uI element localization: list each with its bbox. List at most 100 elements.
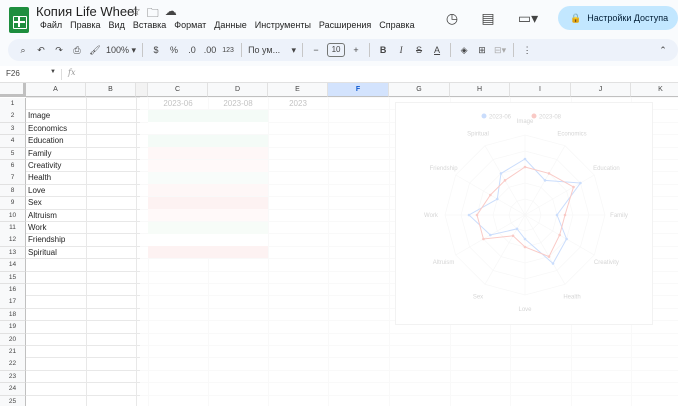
menu-edit[interactable]: Правка — [66, 20, 104, 30]
label-cell[interactable]: Creativity — [28, 160, 61, 172]
paint-format-icon[interactable]: 🖌 — [86, 40, 104, 60]
radar-point[interactable] — [579, 181, 582, 185]
increase-decimal-button[interactable]: .00 — [201, 40, 219, 60]
more-formats-button[interactable]: 123 — [219, 40, 237, 60]
row-header[interactable]: 14 — [0, 259, 26, 272]
fill-color-icon[interactable]: ◈ — [455, 40, 473, 60]
row-header[interactable]: 25 — [0, 395, 26, 406]
radar-point[interactable] — [523, 245, 527, 249]
menu-data[interactable]: Данные — [210, 20, 251, 30]
label-cell[interactable]: Friendship — [28, 234, 65, 246]
column-header-j[interactable]: J — [571, 83, 631, 97]
row-header[interactable]: 15 — [0, 271, 26, 285]
menu-tools[interactable]: Инструменты — [251, 20, 315, 30]
column-header-a[interactable]: A — [26, 83, 86, 97]
cell-d1[interactable]: 2023-08 — [208, 98, 268, 110]
column-header-i[interactable]: I — [510, 83, 571, 97]
radar-point[interactable] — [511, 234, 515, 238]
row-header[interactable]: 24 — [0, 383, 26, 396]
row-header[interactable]: 7 — [0, 172, 26, 185]
decrease-decimal-button[interactable]: .0 — [183, 40, 201, 60]
value-cell-fill[interactable] — [148, 122, 268, 135]
merge-cells-icon[interactable]: ⊟▾ — [491, 40, 509, 60]
row-header[interactable]: 12 — [0, 234, 26, 247]
radar-point[interactable] — [467, 213, 471, 217]
value-cell-fill[interactable] — [148, 246, 268, 259]
menu-view[interactable]: Вид — [105, 20, 129, 30]
font-family-select[interactable]: По ум... ▾ — [246, 40, 298, 60]
label-cell[interactable]: Sex — [28, 197, 42, 209]
value-cell-fill[interactable] — [148, 147, 268, 160]
menu-format[interactable]: Формат — [170, 20, 210, 30]
percent-format-button[interactable]: % — [165, 40, 183, 60]
label-cell[interactable]: Education — [28, 135, 64, 147]
radar-chart[interactable]: Image Economics Education Family Creativity H… — [395, 102, 653, 325]
row-header[interactable]: 8 — [0, 184, 26, 198]
radar-point[interactable] — [495, 197, 499, 201]
font-size-field[interactable]: 10 — [325, 40, 347, 60]
select-all-corner[interactable] — [0, 83, 26, 97]
borders-icon[interactable]: ⊞ — [473, 40, 491, 60]
column-header-c[interactable]: C — [148, 83, 208, 97]
column-header-k[interactable]: K — [631, 83, 678, 97]
formula-input[interactable] — [86, 69, 666, 80]
row-header[interactable]: 11 — [0, 222, 26, 235]
row-header[interactable]: 23 — [0, 370, 26, 384]
redo-icon[interactable]: ↷ — [50, 40, 68, 60]
print-icon[interactable]: ⎙ — [68, 40, 86, 60]
radar-point[interactable] — [475, 213, 479, 217]
label-cell[interactable]: Family — [28, 148, 52, 160]
row-header[interactable]: 2 — [0, 110, 26, 123]
label-cell[interactable]: Altruism — [28, 210, 57, 222]
column-header-h[interactable]: H — [450, 83, 510, 97]
label-cell[interactable]: Image — [28, 110, 50, 122]
radar-point[interactable] — [523, 237, 527, 241]
radar-point[interactable] — [515, 227, 519, 231]
strikethrough-icon[interactable]: S — [410, 40, 428, 60]
label-cell[interactable]: Work — [28, 222, 47, 234]
share-button[interactable]: 🔒 Настройки Доступа — [558, 6, 678, 30]
value-cell-fill[interactable] — [148, 233, 268, 246]
sheets-logo-icon[interactable] — [9, 7, 29, 33]
row-header[interactable]: 19 — [0, 321, 26, 334]
row-header[interactable]: 16 — [0, 284, 26, 297]
row-header[interactable]: 9 — [0, 197, 26, 210]
meet-icon[interactable]: ▭▾ — [514, 8, 542, 28]
currency-format-button[interactable]: $ — [147, 40, 165, 60]
radar-point[interactable] — [489, 233, 492, 237]
row-header[interactable]: 20 — [0, 333, 26, 347]
value-cell-fill[interactable] — [148, 196, 268, 209]
radar-point[interactable] — [563, 213, 567, 217]
radar-point[interactable] — [543, 179, 547, 182]
name-box[interactable]: F26 — [6, 69, 20, 78]
text-color-button[interactable]: A — [428, 40, 446, 60]
zoom-select[interactable]: 100% ▾ — [104, 40, 138, 60]
row-header[interactable]: 18 — [0, 308, 26, 322]
column-header-e[interactable]: E — [268, 83, 328, 97]
radar-point[interactable] — [572, 185, 575, 189]
radar-point[interactable] — [523, 165, 527, 169]
radar-point[interactable] — [503, 179, 507, 182]
column-header-d[interactable]: D — [208, 83, 268, 97]
label-cell[interactable]: Love — [28, 185, 45, 197]
cell-e1[interactable]: 2023 — [268, 98, 328, 110]
comments-icon[interactable]: ▤ — [478, 8, 498, 28]
column-header-b[interactable]: B — [86, 83, 136, 97]
bold-button[interactable]: B — [374, 40, 392, 60]
row-header[interactable]: 4 — [0, 135, 26, 148]
row-header[interactable]: 5 — [0, 147, 26, 161]
spreadsheet-grid[interactable]: A B C D E F G H I J K 1 2 3 4 5 6 7 8 9 10 11 12 13 1… — [0, 83, 678, 406]
label-cell[interactable]: Economics — [28, 123, 67, 135]
collapse-toolbar-icon[interactable]: ⌃ — [654, 40, 672, 60]
row-header[interactable]: 17 — [0, 296, 26, 309]
value-cell-fill[interactable] — [148, 171, 268, 184]
column-header-f[interactable]: F — [328, 83, 389, 97]
row-header[interactable]: 13 — [0, 246, 26, 260]
decrease-font-size-button[interactable]: − — [307, 40, 325, 60]
radar-point[interactable] — [555, 213, 559, 217]
radar-point[interactable] — [565, 237, 568, 241]
italic-button[interactable]: I — [392, 40, 410, 60]
undo-icon[interactable]: ↶ — [32, 40, 50, 60]
row-header[interactable]: 3 — [0, 122, 26, 136]
value-cell-fill[interactable] — [148, 209, 268, 222]
